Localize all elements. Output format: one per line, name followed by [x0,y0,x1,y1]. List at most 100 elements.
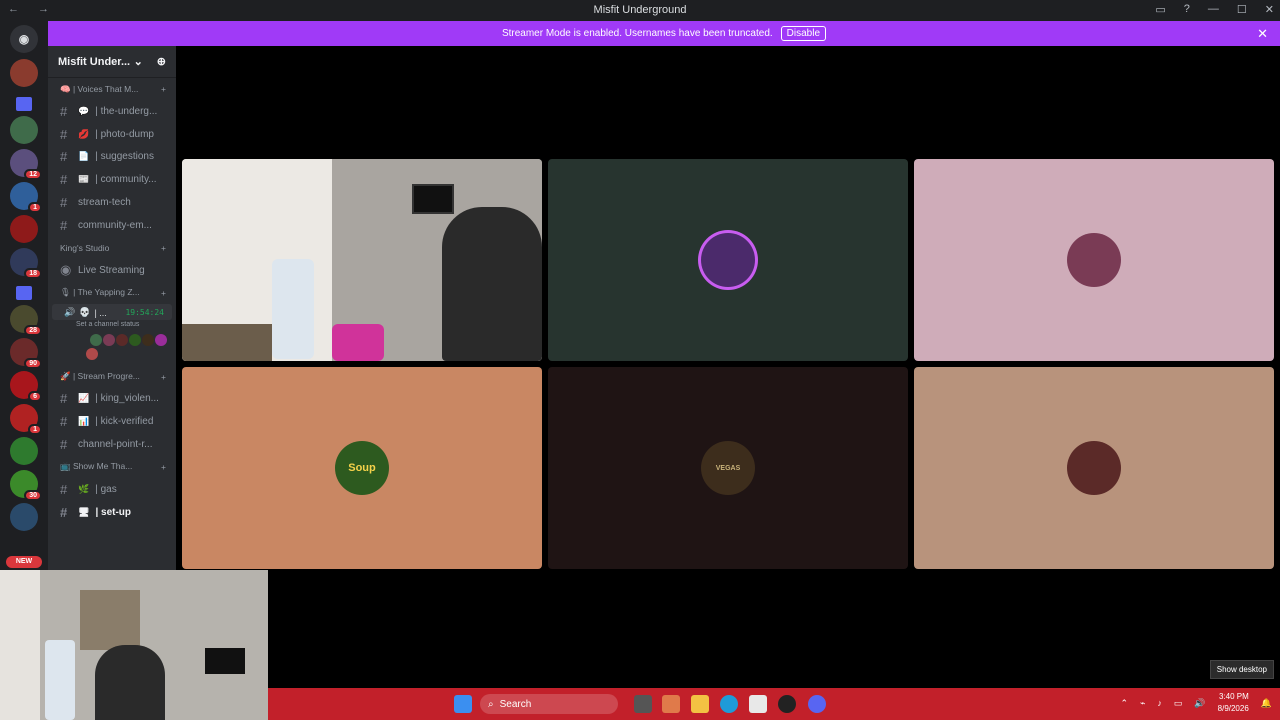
avatar[interactable] [155,333,167,346]
channel-item-selected[interactable]: # 🖥 | set-up [48,501,176,524]
mention-badge: 6 [28,391,42,402]
channel-item[interactable]: # 📊 | kick-verified [48,410,176,433]
windows-start-icon[interactable] [454,695,472,713]
help-icon[interactable]: ? [1184,3,1190,16]
category-emoji: 🧠 [60,83,71,94]
mention-badge: 90 [24,358,42,369]
avatar[interactable] [86,347,98,360]
add-channel-icon[interactable]: + [161,372,166,382]
chevron-up-icon[interactable]: ⌃ [1120,698,1128,709]
edge-icon[interactable] [720,695,738,713]
server-header[interactable]: Misfit Under... ⌄ ⊕ [48,46,176,78]
server-icon[interactable]: 12 [10,149,42,180]
server-icon[interactable]: 18 [10,248,42,279]
avatar[interactable] [129,333,141,346]
hash-icon: # [60,195,68,211]
add-channel-icon[interactable]: + [161,288,166,298]
video-tile-participant[interactable] [548,159,908,361]
microphone-icon[interactable]: ♪ [1157,698,1162,708]
file-explorer-icon[interactable] [691,695,709,713]
close-icon[interactable]: ✕ [1257,26,1268,42]
volume-icon[interactable]: 🔊 [1194,698,1205,709]
channel-item[interactable]: # 💋 | photo-dump [48,123,176,146]
mention-badge: 30 [24,490,42,501]
server-icon[interactable]: 90 [10,338,42,369]
category-yapping[interactable]: 🎙 | The Yapping Z... + [48,282,176,304]
mention-badge: 1 [28,202,42,213]
category-stream-progress[interactable]: 🚀 | Stream Progre... + [48,366,176,388]
window-controls: ▭ ? — ☐ ✕ [1155,3,1274,16]
server-icon[interactable] [10,437,38,465]
video-tile-camera[interactable] [182,159,542,361]
clock-time: 3:40 PM [1218,692,1249,701]
server-icon[interactable] [10,215,38,243]
store-icon[interactable] [749,695,767,713]
stage-icon: ◉ [60,262,72,278]
task-view-icon[interactable] [634,695,652,713]
channel-item[interactable]: # 💬 | the-underg... [48,100,176,123]
notification-bell-icon[interactable]: 🔔 [1261,698,1272,709]
category-label: King's Studio [60,242,110,253]
server-icon[interactable]: 1 [10,182,42,213]
add-channel-icon[interactable]: + [161,243,166,253]
add-channel-icon[interactable]: + [161,84,166,94]
avatar[interactable] [103,333,115,346]
network-icon[interactable]: ⌁ [1140,698,1145,709]
server-icon[interactable] [10,59,38,87]
server-icon[interactable]: 30 [10,470,42,501]
minimize-button[interactable]: — [1208,3,1219,16]
add-channel-icon[interactable]: + [161,462,166,472]
taskbar-search[interactable]: ⌕ Search [480,694,618,714]
folder-icon[interactable] [16,286,32,300]
server-icon[interactable]: 6 [10,371,42,402]
server-icon[interactable] [10,116,38,144]
live-streaming-channel[interactable]: ◉ Live Streaming [48,259,176,282]
discord-home-icon[interactable]: ◉ [10,25,38,53]
copilot-icon[interactable] [662,695,680,713]
channel-label: | community... [95,174,157,186]
category-kings-studio[interactable]: King's Studio + [48,237,176,259]
monitor-icon[interactable]: ▭ [1174,698,1183,709]
folder-icon[interactable] [16,97,32,111]
disable-streamer-mode-button[interactable]: Disable [780,26,827,41]
hash-icon: # [60,504,68,520]
video-tile-participant[interactable] [914,159,1274,361]
server-icon[interactable]: 1 [10,404,42,435]
desktop-lower: Show desktop ⌕ Search ⌃ ⌁ ♪ ▭ 🔊 3:40 PM … [0,570,1280,720]
voice-channel-active[interactable]: 🔊 💀 | ... 19:54:24 [52,303,172,320]
channel-item[interactable]: # 🌿 | gas [48,478,176,501]
server-list: ◉ 12 1 18 28 90 6 1 30 NEW [0,21,48,570]
window-title: Misfit Underground [593,4,687,16]
speaker-icon: 🔊 [64,307,76,318]
obs-icon[interactable] [778,695,796,713]
video-tile-participant[interactable]: Soup [182,367,542,569]
maximize-button[interactable]: ☐ [1237,3,1247,16]
video-tile-participant[interactable]: VEGAS [548,367,908,569]
hash-icon: # [60,414,68,430]
avatar[interactable] [142,333,154,346]
server-icon[interactable] [10,503,38,531]
video-tile-participant[interactable] [914,367,1274,569]
channel-item[interactable]: # stream-tech [48,191,176,214]
avatar [1067,441,1121,495]
person-add-icon[interactable]: ⊕ [157,55,166,68]
hash-icon: # [60,481,68,497]
windows-taskbar: ⌕ Search ⌃ ⌁ ♪ ▭ 🔊 3:40 PM 8/9/2026 🔔 [268,688,1280,720]
clock[interactable]: 3:40 PM 8/9/2026 [1218,691,1249,715]
channel-item[interactable]: # community-em... [48,214,176,237]
channel-item[interactable]: # 📄 | suggestions [48,146,176,169]
server-icon[interactable]: 28 [10,305,42,336]
close-window-button[interactable]: ✕ [1265,3,1274,16]
avatar[interactable] [90,333,102,346]
category-voices[interactable]: 🧠 | Voices That M... + [48,78,176,100]
channel-item[interactable]: # 📰 | community... [48,168,176,191]
category-show-me[interactable]: 📺 Show Me Tha... + [48,456,176,478]
channel-item[interactable]: # channel-point-r... [48,433,176,456]
streamer-mode-banner: Streamer Mode is enabled. Usernames have… [48,21,1280,46]
mention-badge: 1 [28,424,42,435]
channel-status[interactable]: Set a channel status [48,320,176,332]
discord-taskbar-icon[interactable] [808,695,826,713]
inbox-icon[interactable]: ▭ [1155,3,1165,16]
avatar[interactable] [116,333,128,346]
channel-item[interactable]: # 📈 | king_violen... [48,388,176,411]
